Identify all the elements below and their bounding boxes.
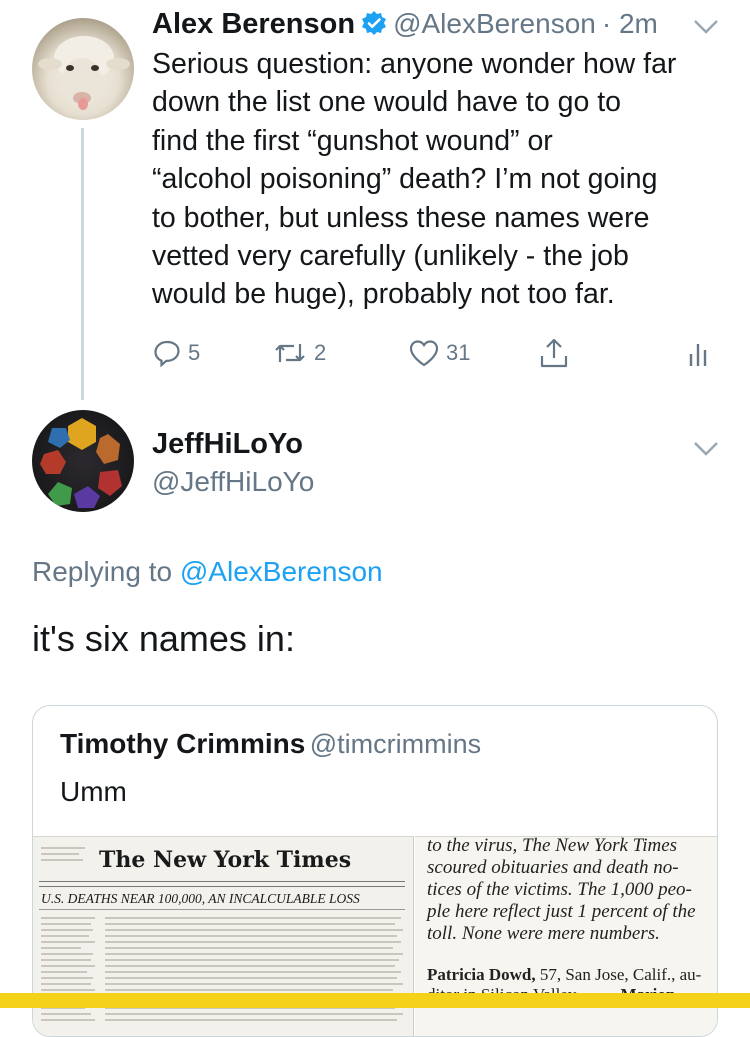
tweet-text-line: “alcohol poisoning” death? I’m not going xyxy=(152,163,658,196)
replying-to: Replying to @AlexBerenson xyxy=(32,556,383,588)
reply-icon xyxy=(154,340,180,368)
replying-to-label: Replying to xyxy=(32,556,173,587)
thread-connector-line xyxy=(81,128,84,400)
heart-icon xyxy=(409,340,439,367)
newspaper-intro-line: ple here reflect just 1 percent of the xyxy=(427,901,696,922)
reply-button[interactable]: 5 xyxy=(152,338,200,368)
newspaper-intro-line: scoured obituaries and death no- xyxy=(427,857,679,878)
tweet-text-line: find the first “gunshot wound” or xyxy=(152,124,553,157)
like-count: 31 xyxy=(446,340,471,365)
newspaper-headline: U.S. DEATHS NEAR 100,000, AN INCALCULABL… xyxy=(41,891,360,906)
verified-badge-icon xyxy=(361,10,387,36)
retweet-button[interactable]: 2 xyxy=(272,338,326,368)
tweet-options-chevron-icon[interactable] xyxy=(693,18,719,41)
share-button[interactable] xyxy=(538,336,570,375)
quoted-author-handle: @timcrimmins xyxy=(309,729,482,759)
quoted-author-name: Timothy Crimmins xyxy=(60,728,306,759)
tweet-author-handle[interactable]: @AlexBerenson xyxy=(393,8,596,39)
tweet-text-line: Serious question: anyone wonder how far xyxy=(152,48,677,80)
newspaper-intro-line: to the virus, The New York Times xyxy=(427,835,678,856)
newspaper-intro-line: tices of the victims. The 1,000 peo- xyxy=(427,879,692,900)
tweet-timestamp[interactable]: · 2m xyxy=(602,8,658,39)
masthead-rule xyxy=(39,886,405,887)
reply-count: 5 xyxy=(188,340,201,365)
newspaper-intro-paragraph: to the virus, The New York Times scoured… xyxy=(427,835,715,945)
reply-body: it's six names in: xyxy=(32,618,295,659)
obituary-name: Patricia Dowd, xyxy=(427,965,536,984)
quoted-tweet-text: Umm xyxy=(60,776,127,807)
retweet-count: 2 xyxy=(314,340,327,365)
reply-author-name-text: JeffHiLoYo xyxy=(152,428,303,460)
replying-to-mention[interactable]: @AlexBerenson xyxy=(180,556,383,587)
tweet-text-line: vetted very carefully (unlikely - the jo… xyxy=(152,240,629,273)
tweet-text-line: down the list one would have to go to xyxy=(152,86,621,119)
like-button[interactable]: 31 xyxy=(408,338,470,368)
obituary-entry: Patricia Dowd, 57, San Jose, Calif., au- xyxy=(427,965,701,985)
tweet-text-line: to bother, but unless these names were xyxy=(152,201,650,234)
quoted-tweet-card[interactable]: Timothy Crimmins @timcrimmins Umm The Ne… xyxy=(32,705,718,1037)
retweet-icon xyxy=(275,344,305,362)
highlight-bar xyxy=(0,993,750,1008)
quoted-tweet-header: Timothy Crimmins @timcrimmins xyxy=(60,728,481,760)
analytics-button[interactable] xyxy=(688,338,712,373)
masthead-rule xyxy=(39,881,405,882)
obituary-details: 57, San Jose, Calif., au- xyxy=(535,965,702,984)
reply-author-handle[interactable]: @JeffHiLoYo xyxy=(152,466,314,498)
newspaper-intro-line: toll. None were mere numbers. xyxy=(427,923,660,944)
tweet-text-line: would be huge), probably not too far. xyxy=(152,278,615,311)
avatar-jeffhiloyo[interactable] xyxy=(32,410,134,512)
analytics-icon xyxy=(689,344,707,366)
tweet-author-name[interactable]: Alex Berenson xyxy=(152,8,355,40)
nyt-masthead: The New York Times xyxy=(99,847,352,873)
reply-options-chevron-icon[interactable] xyxy=(693,440,719,463)
reply-author-name[interactable]: JeffHiLoYo xyxy=(152,428,303,461)
headline-rule xyxy=(39,909,405,910)
share-icon xyxy=(540,338,568,368)
tweet-body: Serious question: anyone wonder how far … xyxy=(152,45,732,314)
tweet-header: Alex Berenson @AlexBerenson · 2m xyxy=(152,8,658,41)
avatar-alex-berenson[interactable] xyxy=(32,18,134,120)
